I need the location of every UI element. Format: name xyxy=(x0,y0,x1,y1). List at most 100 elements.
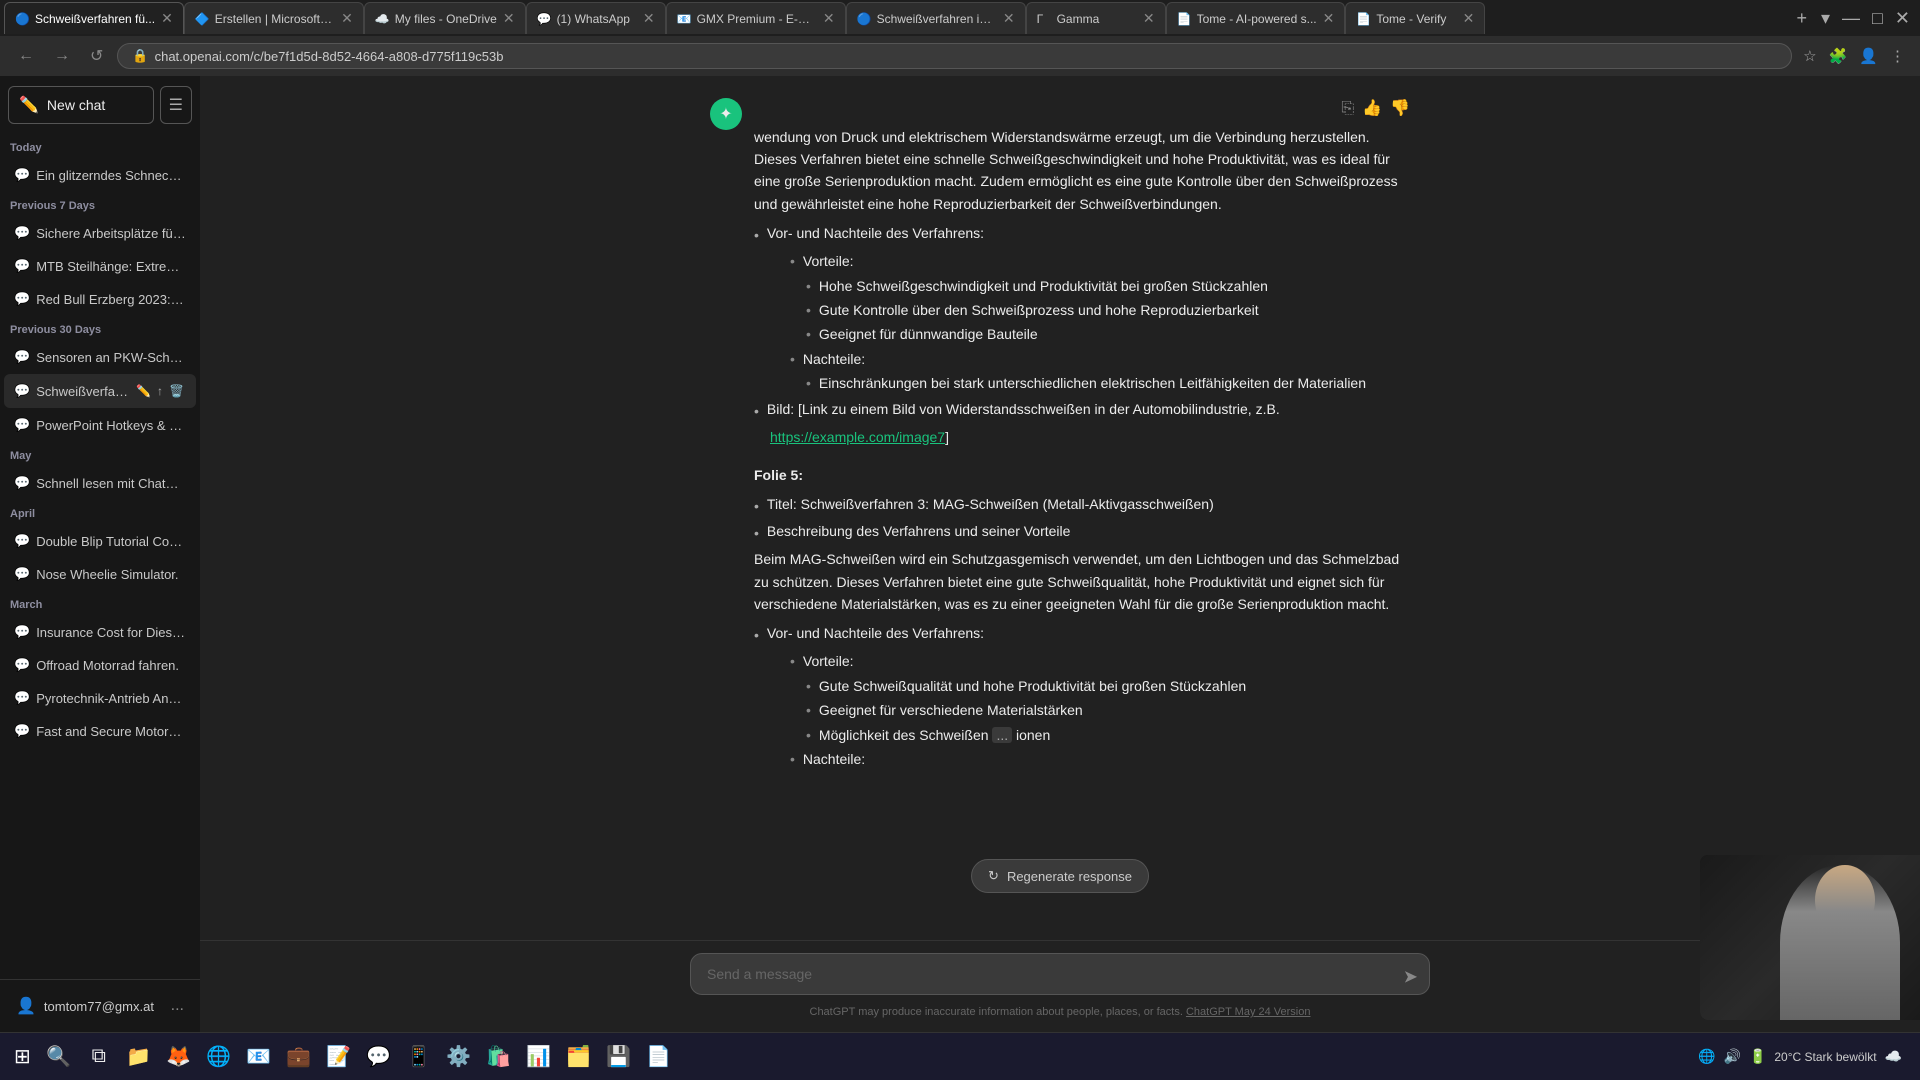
user-email: tomtom77@gmx.at xyxy=(44,999,163,1014)
browser-tab-t8[interactable]: 📄Tome - AI-powered s...✕ xyxy=(1166,2,1346,34)
tray-network-icon[interactable]: 🌐 xyxy=(1698,1048,1715,1065)
browser-tab-t5[interactable]: 📧GMX Premium - E-M...✕ xyxy=(666,2,846,34)
extension-icon[interactable]: 🧩 xyxy=(1826,44,1851,68)
sidebar-chat-item[interactable]: 💬Schweißverfahren fü...✏️↑🗑️ xyxy=(4,374,196,408)
new-tab-button[interactable]: + xyxy=(1788,8,1815,29)
intro-text: wendung von Druck und elektrischem Wider… xyxy=(754,126,1410,216)
browser-tab-t6[interactable]: 🔵Schweißverfahren in ...✕ xyxy=(846,2,1026,34)
start-button[interactable]: ⊞ xyxy=(8,1038,37,1075)
taskbar-outlook[interactable]: 💼 xyxy=(281,1039,317,1075)
sidebar-chat-item[interactable]: 💬Fast and Secure Motorbike Lo... xyxy=(4,715,196,747)
delete-icon[interactable]: 🗑️ xyxy=(167,382,186,400)
taskbar-chrome[interactable]: 🌐 xyxy=(201,1039,237,1075)
taskbar: ⊞ 🔍 ⧉ 📁 🦊 🌐 📧 💼 📝 💬 📱 ⚙️ 🛍️ 📊 🗂️ 💾 📄 🌐 🔊… xyxy=(0,1032,1920,1080)
send-button[interactable]: ➤ xyxy=(1403,966,1418,987)
taskbar-settings[interactable]: ⚙️ xyxy=(441,1039,477,1075)
sidebar-chat-item[interactable]: 💬Insurance Cost for Diesel Car xyxy=(4,616,196,648)
taskbar-files[interactable]: 📁 xyxy=(121,1039,157,1075)
browser-tab-t1[interactable]: 🔵Schweißverfahren fü...✕ xyxy=(4,2,184,34)
message-content: ⎘ 👍 👎 wendung von Druck und elektrischem… xyxy=(754,96,1410,770)
new-chat-button[interactable]: ✏️ New chat xyxy=(8,86,154,124)
taskbar-word[interactable]: 📝 xyxy=(321,1039,357,1075)
tab-close-icon[interactable]: ✕ xyxy=(1143,10,1155,27)
sidebar-chat-item[interactable]: 💬MTB Steilhänge: Extreme Fah... xyxy=(4,250,196,282)
taskbar-word2[interactable]: 📄 xyxy=(641,1039,677,1075)
tab-close-icon[interactable]: ✕ xyxy=(341,10,353,27)
share-icon[interactable]: ↑ xyxy=(155,382,165,400)
tab-close-icon[interactable]: ✕ xyxy=(1463,10,1475,27)
chat-label: Offroad Motorrad fahren. xyxy=(36,658,186,673)
back-button[interactable]: ← xyxy=(12,45,40,67)
taskbar-powershell[interactable]: 💾 xyxy=(601,1039,637,1075)
url-text: chat.openai.com/c/be7f1d5d-8d52-4664-a80… xyxy=(155,49,1778,64)
disclaimer-link[interactable]: ChatGPT May 24 Version xyxy=(1186,1006,1311,1018)
taskbar-search[interactable]: 🔍 xyxy=(41,1039,77,1075)
person-body xyxy=(1780,865,1900,1020)
taskbar-whatsapp[interactable]: 📱 xyxy=(401,1039,437,1075)
browser-tab-t7[interactable]: ΓGamma✕ xyxy=(1026,2,1166,34)
address-bar[interactable]: 🔒 chat.openai.com/c/be7f1d5d-8d52-4664-a… xyxy=(117,43,1792,69)
tab-close-icon[interactable]: ✕ xyxy=(1323,10,1335,27)
image-link[interactable]: https://example.com/image7 xyxy=(770,429,945,445)
nav-actions: ☆ 🧩 👤 ⋮ xyxy=(1800,44,1908,68)
maximize-btn[interactable]: □ xyxy=(1866,8,1889,29)
regenerate-icon: ↻ xyxy=(988,868,999,884)
sidebar-chat-item[interactable]: 💬Sichere Arbeitsplätze für LKW... xyxy=(4,217,196,249)
taskbar-store[interactable]: 🛍️ xyxy=(481,1039,517,1075)
thumbs-down-button[interactable]: 👎 xyxy=(1390,96,1410,122)
browser-tab-t2[interactable]: 🔷Erstellen | Microsoft 3...✕ xyxy=(184,2,364,34)
sidebar-header: ✏️ New chat ☰ xyxy=(0,76,200,134)
tab-close-icon[interactable]: ✕ xyxy=(503,10,515,27)
tab-overflow-btn[interactable]: ▾ xyxy=(1815,8,1836,29)
browser-tab-t9[interactable]: 📄Tome - Verify✕ xyxy=(1345,2,1485,34)
taskbar-mail[interactable]: 📧 xyxy=(241,1039,277,1075)
close-btn[interactable]: ✕ xyxy=(1889,8,1916,29)
sidebar-chat-item[interactable]: 💬Ein glitzerndes Schnecken-Ab... xyxy=(4,159,196,191)
mag-text: Beim MAG-Schweißen wird ein Schutzgasgem… xyxy=(754,548,1410,615)
assistant-message: ✦ ⎘ 👍 👎 wendung von Druck und elektrisch… xyxy=(690,96,1430,786)
user-row[interactable]: 👤 tomtom77@gmx.at ... xyxy=(8,988,192,1024)
bullet-beschreibung: • Beschreibung des Verfahrens und seiner… xyxy=(754,521,1410,544)
taskbar-taskview[interactable]: ⧉ xyxy=(81,1039,117,1075)
sidebar-chat-item[interactable]: 💬Offroad Motorrad fahren. xyxy=(4,649,196,681)
taskbar-firefox[interactable]: 🦊 xyxy=(161,1039,197,1075)
sidebar-footer: 👤 tomtom77@gmx.at ... xyxy=(0,979,200,1032)
sidebar-section-label: Previous 30 Days xyxy=(0,316,200,340)
sidebar-chat-item[interactable]: 💬Double Blip Tutorial Compilati... xyxy=(4,525,196,557)
sidebar-chat-item[interactable]: 💬Sensoren an PKW-Scheiben xyxy=(4,341,196,373)
sidebar-chat-item[interactable]: 💬PowerPoint Hotkeys & Shortc... xyxy=(4,409,196,441)
copy-button[interactable]: ⎘ xyxy=(1341,96,1354,122)
tab-close-icon[interactable]: ✕ xyxy=(161,10,173,27)
profile-icon[interactable]: 👤 xyxy=(1856,44,1881,68)
taskbar-explorer[interactable]: 🗂️ xyxy=(561,1039,597,1075)
forward-button[interactable]: → xyxy=(48,45,76,67)
taskbar-excel[interactable]: 📊 xyxy=(521,1039,557,1075)
browser-tab-t4[interactable]: 💬(1) WhatsApp✕ xyxy=(526,2,666,34)
tab-close-icon[interactable]: ✕ xyxy=(643,10,655,27)
tab-label: GMX Premium - E-M... xyxy=(697,12,817,26)
chat-icon: 💬 xyxy=(14,291,30,307)
tray-battery-icon[interactable]: 🔋 xyxy=(1749,1048,1766,1065)
sidebar-chat-item[interactable]: 💬Red Bull Erzberg 2023: List xyxy=(4,283,196,315)
sidebar-chat-item[interactable]: 💬Nose Wheelie Simulator. xyxy=(4,558,196,590)
bookmark-star-icon[interactable]: ☆ xyxy=(1800,44,1819,68)
vorteil-1: • Hohe Schweißgeschwindigkeit und Produk… xyxy=(806,275,1410,297)
minimize-btn[interactable]: — xyxy=(1836,8,1866,29)
video-feed xyxy=(1700,855,1920,1020)
reload-button[interactable]: ↺ xyxy=(84,44,109,68)
settings-icon[interactable]: ⋮ xyxy=(1887,44,1908,68)
sidebar-layout-button[interactable]: ☰ xyxy=(160,86,192,124)
browser-tab-t3[interactable]: ☁️My files - OneDrive✕ xyxy=(364,2,526,34)
taskbar-teams[interactable]: 💬 xyxy=(361,1039,397,1075)
sidebar-chat-item[interactable]: 💬Schnell lesen mit ChatGPT xyxy=(4,467,196,499)
edit-icon[interactable]: ✏️ xyxy=(134,382,153,400)
user-more-button[interactable]: ... xyxy=(171,997,184,1015)
tray-sound-icon[interactable]: 🔊 xyxy=(1724,1048,1741,1065)
new-chat-label: New chat xyxy=(47,97,105,113)
tab-close-icon[interactable]: ✕ xyxy=(823,10,835,27)
regenerate-button[interactable]: ↻ Regenerate response xyxy=(971,859,1149,893)
thumbs-up-button[interactable]: 👍 xyxy=(1362,96,1382,122)
chat-input[interactable] xyxy=(690,953,1430,995)
tab-close-icon[interactable]: ✕ xyxy=(1003,10,1015,27)
sidebar-chat-item[interactable]: 💬Pyrotechnik-Antrieb Anwend... xyxy=(4,682,196,714)
